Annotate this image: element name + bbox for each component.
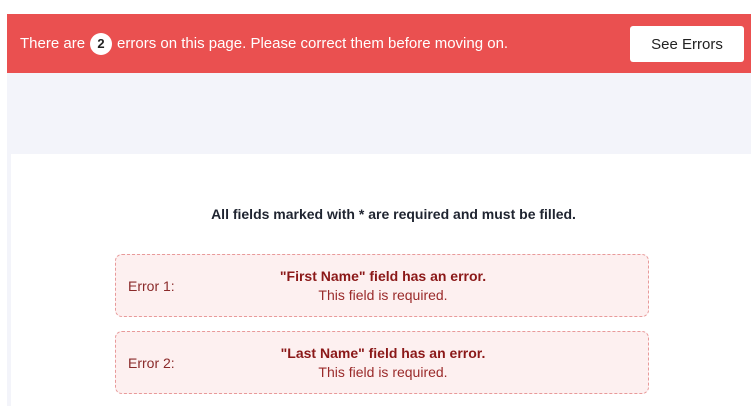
error-title: "First Name" field has an error. [279,268,487,284]
form-card: All fields marked with * are required an… [11,154,751,406]
banner-text-after: errors on this page. Please correct them… [117,35,509,52]
error-title: "Last Name" field has an error. [280,345,486,361]
error-summary-item[interactable]: Error 1: "First Name" field has an error… [115,254,649,317]
header-band [7,73,751,154]
error-detail: This field is required. [318,287,448,303]
page: There are 2 errors on this page. Please … [0,0,751,406]
error-content: "Last Name" field has an error. This fie… [116,344,650,382]
top-strip [0,0,751,14]
banner-message: There are 2 errors on this page. Please … [20,32,509,55]
required-fields-note: All fields marked with * are required an… [211,206,576,222]
error-content: "First Name" field has an error. This fi… [116,267,650,305]
error-banner: There are 2 errors on this page. Please … [7,14,751,73]
banner-text-before: There are [20,35,86,52]
error-summary-item[interactable]: Error 2: "Last Name" field has an error.… [115,331,649,394]
error-count-badge: 2 [90,32,113,55]
see-errors-button[interactable]: See Errors [630,26,744,62]
error-detail: This field is required. [318,364,448,380]
